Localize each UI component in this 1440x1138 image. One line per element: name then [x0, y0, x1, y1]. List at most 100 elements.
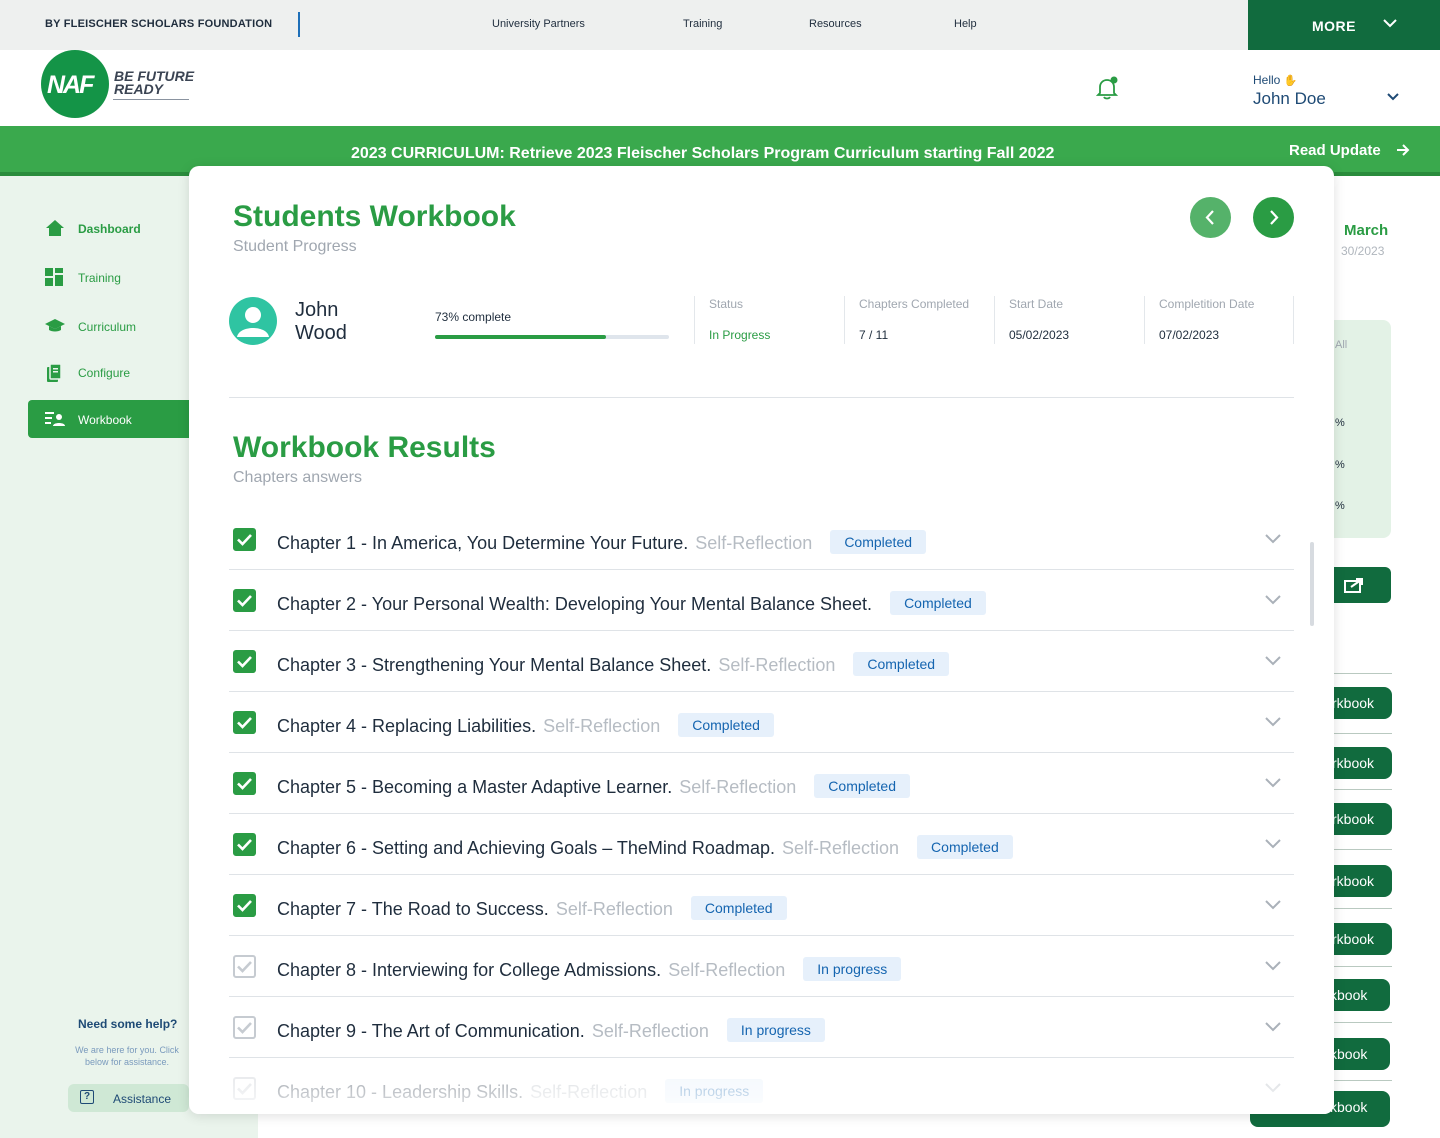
stat-divider: [1293, 296, 1294, 344]
chapter-checkbox[interactable]: [233, 528, 256, 551]
background-month: March: [1344, 222, 1389, 239]
nav-help[interactable]: Help: [954, 18, 977, 30]
assistance-label: Assistance: [113, 1092, 172, 1106]
chapter-text: Chapter 2 - Your Personal Wealth: Develo…: [277, 591, 986, 615]
expand-chevron-icon[interactable]: [1264, 899, 1282, 911]
sidebar-item-label: Configure: [78, 366, 131, 380]
checkmark-icon: [237, 656, 252, 668]
background-pct: %: [1335, 500, 1345, 512]
chapter-row[interactable]: Chapter 9 - The Art of Communication. Se…: [229, 997, 1294, 1058]
nav-training[interactable]: Training: [683, 18, 722, 30]
status-badge: Completed: [830, 530, 927, 554]
expand-chevron-icon[interactable]: [1264, 777, 1282, 789]
chapter-row[interactable]: Chapter 4 - Replacing Liabilities. Self-…: [229, 692, 1294, 753]
assistance-button[interactable]: ? Assistance: [68, 1084, 189, 1112]
chapter-checkbox[interactable]: [233, 955, 256, 978]
chapter-checkbox[interactable]: [233, 1016, 256, 1039]
chevron-down-icon: [1383, 19, 1397, 28]
chapter-checkbox[interactable]: [233, 833, 256, 856]
sidebar-item-training[interactable]: Training: [28, 258, 189, 296]
checkmark-icon: [237, 595, 252, 607]
chapter-row[interactable]: Chapter 3 - Strengthening Your Mental Ba…: [229, 631, 1294, 692]
header: [0, 50, 1440, 126]
progress-label: 73% complete: [435, 310, 512, 324]
stat-value: 05/02/2023: [1009, 328, 1070, 342]
section-divider: [229, 397, 1294, 398]
nav-resources[interactable]: Resources: [809, 18, 862, 30]
user-menu-chevron-icon[interactable]: [1387, 93, 1399, 101]
sidebar-item-label: Curriculum: [78, 320, 137, 334]
student-name: John Wood: [295, 299, 375, 345]
expand-chevron-icon[interactable]: [1264, 716, 1282, 728]
chapter-text: Chapter 6 - Setting and Achieving Goals …: [277, 835, 1013, 859]
chapter-row[interactable]: Chapter 1 - In America, You Determine Yo…: [229, 509, 1294, 570]
chapter-checkbox[interactable]: [233, 650, 256, 673]
stat-value: 7 / 11: [859, 328, 889, 342]
expand-chevron-icon[interactable]: [1264, 960, 1282, 972]
sidebar-item-curriculum[interactable]: Curriculum: [28, 307, 189, 345]
stat-completion-date: Completition Date 07/02/2023: [1144, 296, 1294, 344]
stat-value: 07/02/2023: [1159, 328, 1220, 342]
chapter-title: Chapter 6 - Setting and Achieving Goals …: [277, 838, 775, 858]
scrollbar[interactable]: [1310, 542, 1314, 626]
background-divider: [1334, 849, 1392, 850]
sidebar-item-configure[interactable]: Configure: [28, 353, 189, 391]
checkmark-icon: [237, 534, 252, 546]
progress-bar: [435, 335, 669, 339]
expand-chevron-icon[interactable]: [1264, 1021, 1282, 1033]
expand-chevron-icon[interactable]: [1264, 838, 1282, 850]
chapter-tag: Self-Reflection: [530, 1082, 648, 1102]
chapter-checkbox[interactable]: [233, 772, 256, 795]
more-menu-button[interactable]: MORE: [1248, 0, 1440, 50]
naf-logo[interactable]: NAF: [41, 50, 109, 118]
chevron-left-icon: [1205, 210, 1214, 225]
progress-bar-fill: [435, 335, 606, 339]
background-divider: [1334, 966, 1392, 967]
expand-chevron-icon[interactable]: [1264, 1082, 1282, 1094]
greeting-text: Hello: [1253, 73, 1281, 87]
graduation-cap-icon: [45, 319, 65, 332]
next-student-button[interactable]: [1253, 197, 1294, 238]
previous-student-button[interactable]: [1190, 197, 1231, 238]
chevron-right-icon: [1270, 210, 1279, 225]
expand-chevron-icon[interactable]: [1264, 533, 1282, 545]
stat-label: Chapters Completed: [859, 297, 970, 311]
sidebar-item-dashboard[interactable]: Dashboard: [28, 209, 189, 247]
chapter-row[interactable]: Chapter 8 - Interviewing for College Adm…: [229, 936, 1294, 997]
chapter-row[interactable]: Chapter 7 - The Road to Success. Self-Re…: [229, 875, 1294, 936]
chapter-checkbox[interactable]: [233, 711, 256, 734]
user-name[interactable]: John Doe: [1253, 89, 1326, 109]
background-card-label: All: [1335, 339, 1348, 351]
expand-chevron-icon[interactable]: [1264, 655, 1282, 667]
chapter-title: Chapter 9 - The Art of Communication.: [277, 1021, 585, 1041]
wave-icon: ✋: [1283, 75, 1298, 87]
background-pct: %: [1335, 417, 1345, 429]
sidebar-item-workbook[interactable]: Workbook: [28, 400, 189, 438]
help-text: We are here for you. Click below for ass…: [75, 1045, 179, 1067]
checkmark-icon: [237, 1083, 252, 1095]
greeting: Hello ✋: [1253, 73, 1297, 87]
chapter-row[interactable]: Chapter 2 - Your Personal Wealth: Develo…: [229, 570, 1294, 631]
chapter-checkbox[interactable]: [233, 894, 256, 917]
stat-value: In Progress: [709, 328, 771, 342]
status-badge: Completed: [690, 896, 787, 920]
chapter-row[interactable]: Chapter 6 - Setting and Achieving Goals …: [229, 814, 1294, 875]
status-badge: Completed: [678, 713, 774, 737]
chapter-text: Chapter 5 - Becoming a Master Adaptive L…: [277, 774, 910, 798]
chapter-text: Chapter 10 - Leadership Skills. Self-Ref…: [277, 1079, 764, 1103]
chapter-checkbox[interactable]: [233, 1077, 256, 1100]
tagline-underline: [113, 99, 189, 100]
expand-chevron-icon[interactable]: [1264, 594, 1282, 606]
chapter-title: Chapter 7 - The Road to Success.: [277, 899, 549, 919]
chapter-checkbox[interactable]: [233, 589, 256, 612]
sidebar-item-label: Workbook: [78, 413, 132, 427]
chapter-row[interactable]: Chapter 5 - Becoming a Master Adaptive L…: [229, 753, 1294, 814]
nav-university-partners[interactable]: University Partners: [492, 18, 585, 30]
chapter-tag: Self-Reflection: [695, 533, 813, 553]
checkmark-icon: [237, 839, 252, 851]
read-update-link[interactable]: Read Update: [1289, 142, 1381, 159]
checkmark-icon: [237, 900, 252, 912]
chapter-row[interactable]: Chapter 10 - Leadership Skills. Self-Ref…: [229, 1058, 1294, 1114]
notification-bell-icon[interactable]: [1096, 76, 1118, 100]
chapter-text: Chapter 8 - Interviewing for College Adm…: [277, 957, 902, 981]
